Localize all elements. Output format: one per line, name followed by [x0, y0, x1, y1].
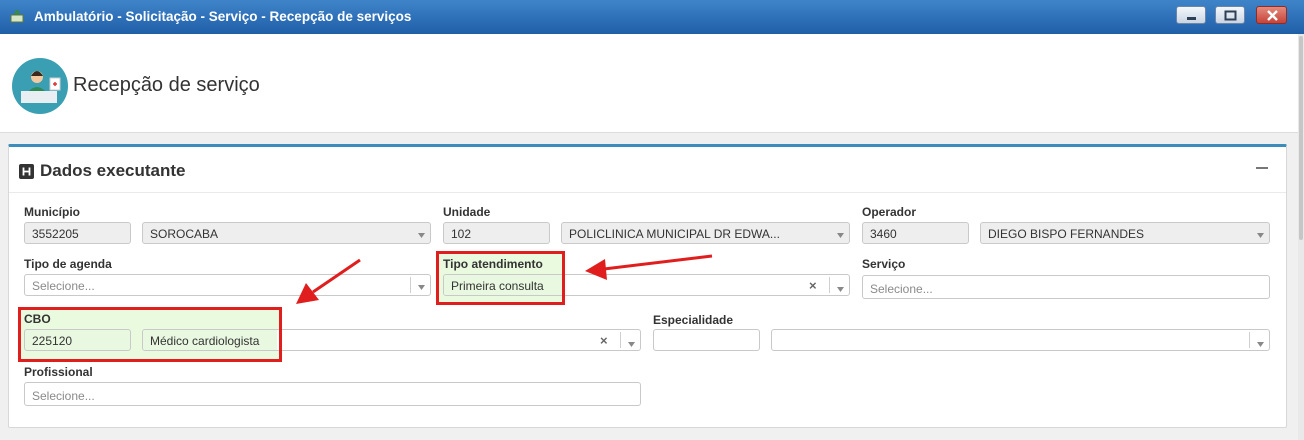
panel-title: Dados executante: [40, 161, 186, 180]
select-separator: [410, 277, 411, 293]
profissional-select[interactable]: Selecione...: [24, 382, 641, 406]
unidade-code-field[interactable]: 102: [443, 222, 550, 244]
panel-header: Dados executante: [9, 147, 1286, 193]
municipio-select[interactable]: SOROCABA: [142, 222, 431, 244]
clear-icon[interactable]: ×: [600, 333, 608, 348]
close-button[interactable]: [1256, 6, 1287, 24]
chevron-down-icon[interactable]: [628, 342, 635, 347]
municipio-label: Município: [24, 205, 80, 219]
chevron-down-icon[interactable]: [1257, 233, 1264, 238]
chevron-down-icon[interactable]: [837, 287, 844, 292]
municipio-code-field[interactable]: 3552205: [24, 222, 131, 244]
unidade-select[interactable]: POLICLINICA MUNICIPAL DR EDWA...: [561, 222, 850, 244]
minimize-icon: [1187, 17, 1196, 20]
chevron-down-icon[interactable]: [837, 233, 844, 238]
chevron-down-icon[interactable]: [418, 233, 425, 238]
clear-icon[interactable]: ×: [809, 278, 817, 293]
page-title: Recepção de serviço: [73, 74, 260, 96]
operador-select[interactable]: DIEGO BISPO FERNANDES: [980, 222, 1270, 244]
operador-label: Operador: [862, 205, 917, 219]
select-separator: [1249, 332, 1250, 348]
servico-label: Serviço: [862, 257, 906, 271]
close-icon: [1267, 10, 1278, 21]
unidade-select-value: POLICLINICA MUNICIPAL DR EDWA...: [569, 227, 780, 241]
app-icon: [10, 10, 24, 23]
maximize-icon: [1224, 10, 1237, 21]
cbo-highlight-box: [18, 307, 282, 362]
operador-code-field[interactable]: 3460: [862, 222, 969, 244]
window-titlebar: Ambulatório - Solicitação - Serviço - Re…: [0, 0, 1304, 34]
select-separator: [829, 277, 830, 293]
unidade-label: Unidade: [443, 205, 491, 219]
chevron-down-icon[interactable]: [1257, 342, 1264, 347]
servico-select[interactable]: Selecione...: [862, 275, 1270, 299]
profissional-label: Profissional: [24, 365, 93, 379]
hospital-icon: [19, 164, 34, 179]
servico-placeholder: Selecione...: [870, 282, 933, 296]
municipio-select-value: SOROCABA: [150, 227, 219, 241]
tipo-agenda-select[interactable]: Selecione...: [24, 274, 431, 296]
operador-select-value: DIEGO BISPO FERNANDES: [988, 227, 1145, 241]
especialidade-code-field[interactable]: [653, 329, 760, 351]
minimize-button[interactable]: [1176, 6, 1206, 24]
especialidade-label: Especialidade: [653, 313, 734, 327]
reception-avatar-icon: [12, 58, 68, 114]
window-title: Ambulatório - Solicitação - Serviço - Re…: [34, 9, 412, 24]
scrollbar-thumb[interactable]: [1299, 36, 1303, 240]
especialidade-select[interactable]: [771, 329, 1270, 351]
tipo-agenda-placeholder: Selecione...: [32, 279, 95, 293]
select-separator: [620, 332, 621, 348]
collapse-icon[interactable]: [1255, 161, 1269, 175]
profissional-placeholder: Selecione...: [32, 389, 95, 403]
chevron-down-icon[interactable]: [418, 285, 425, 290]
tipo-atendimento-highlight-box: [436, 251, 565, 305]
maximize-button[interactable]: [1215, 6, 1245, 24]
page-header: Recepção de serviço: [0, 34, 1298, 133]
tipo-agenda-label: Tipo de agenda: [24, 257, 112, 271]
